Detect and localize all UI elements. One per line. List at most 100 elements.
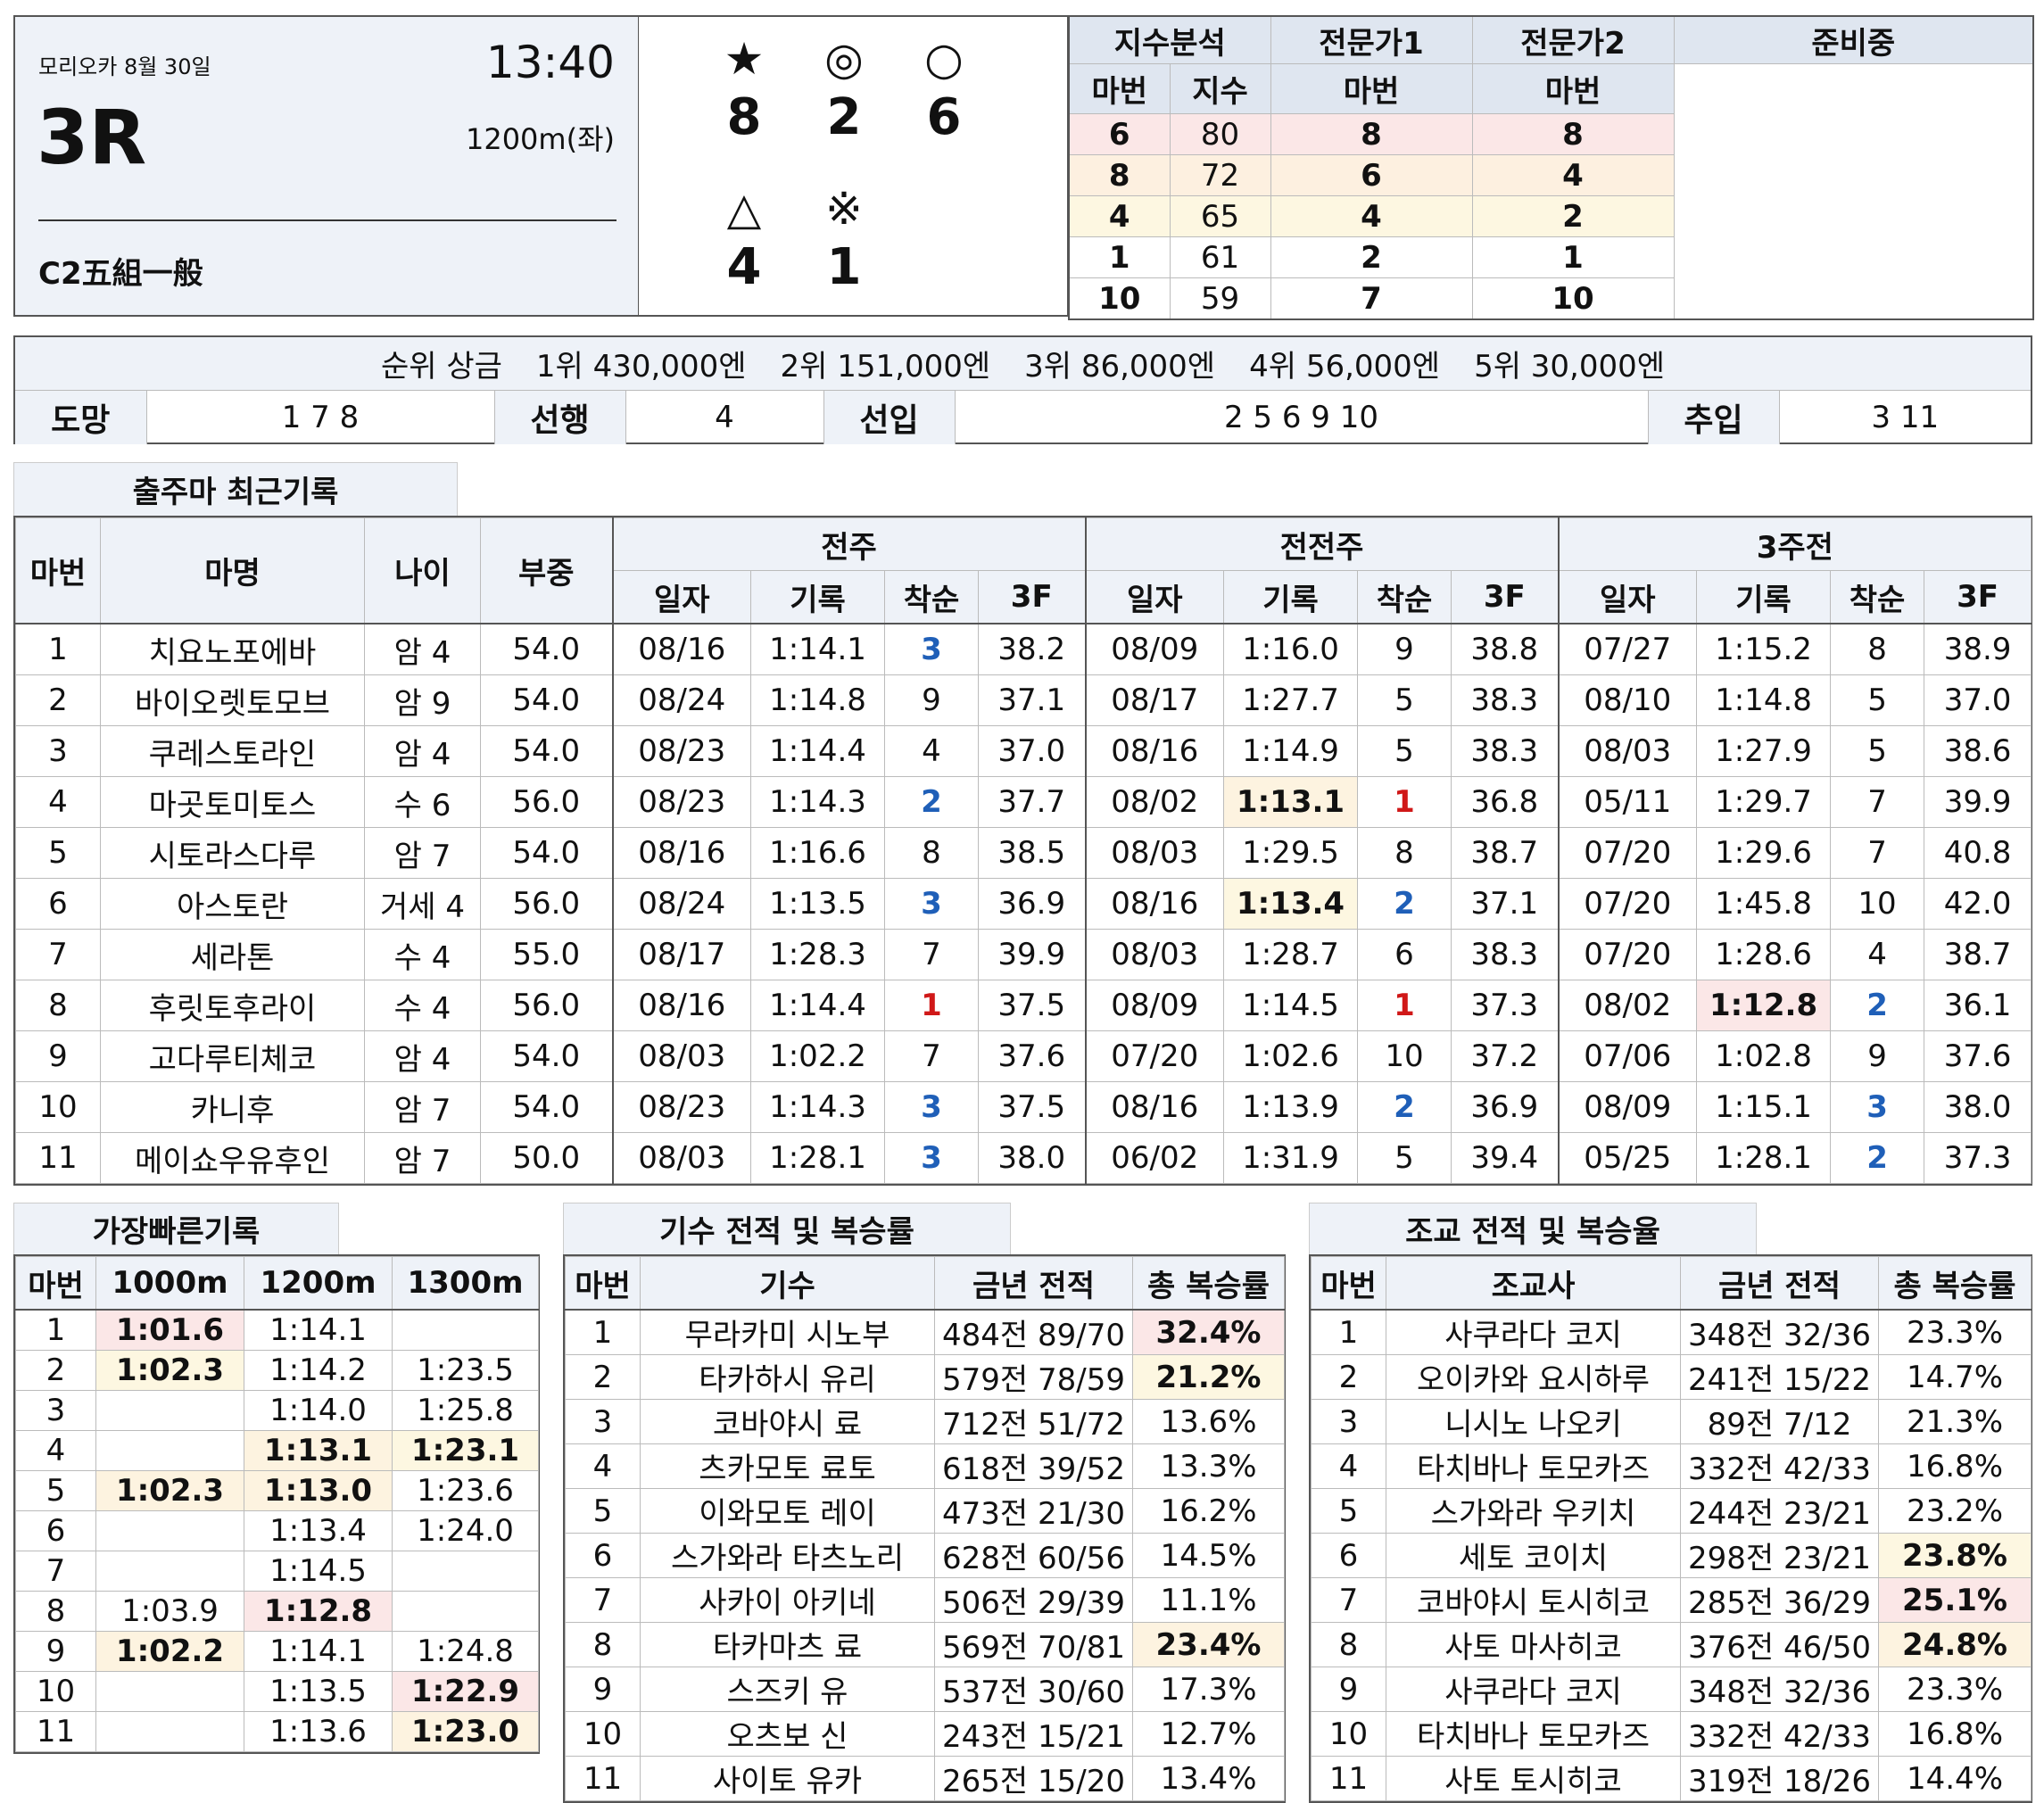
- table-row: 1 사쿠라다 코지 348전 32/36 23.3%: [1311, 1309, 2032, 1355]
- horse-num: 9: [15, 1030, 101, 1082]
- jockey-name: 타카하시 유리: [640, 1354, 935, 1400]
- fastest-time: 1:03.9: [95, 1591, 244, 1632]
- run-finish: 10: [1830, 878, 1925, 930]
- fastest-time: [95, 1430, 244, 1471]
- trainer-name: 니시노 나오키: [1386, 1399, 1681, 1444]
- run-finish: 4: [884, 725, 979, 777]
- trainer-rate: 21.3%: [1878, 1399, 2032, 1444]
- col-header-num: 마번: [15, 517, 101, 624]
- run-3f: 36.1: [1924, 980, 2032, 1031]
- period-subheader: 착순: [1357, 570, 1452, 624]
- run-finish: 2: [884, 776, 979, 828]
- fastest-time: 1:24.8: [392, 1631, 539, 1672]
- horse-name: 치요노포에바: [100, 623, 365, 675]
- run-3f: 38.0: [1924, 1081, 2032, 1133]
- horse-num: 7: [15, 929, 101, 980]
- horse-age: 암 4: [364, 725, 481, 777]
- jockey-rate: 11.1%: [1132, 1577, 1285, 1623]
- trainer-record: 348전 32/36: [1680, 1309, 1879, 1355]
- run-date: 07/20: [1084, 1030, 1224, 1082]
- race-venue-date: 모리오카 8월 30일: [38, 54, 211, 79]
- run-time: 1:28.3: [750, 929, 885, 980]
- style-label-closer: 추입: [1647, 391, 1779, 444]
- jockey-header: 기수: [640, 1256, 935, 1311]
- fastest-time: 1:02.3: [95, 1470, 244, 1511]
- trainer-title: 조교 전적 및 복승율: [1309, 1203, 1757, 1254]
- circle-mark-horse: 6: [926, 88, 962, 146]
- trainer-rate: 14.7%: [1878, 1354, 2032, 1400]
- fastest-time: 1:12.8: [244, 1591, 393, 1632]
- fastest-time: 1:02.3: [95, 1350, 244, 1391]
- run-3f: 37.0: [978, 725, 1086, 777]
- run-date: 08/09: [1557, 1081, 1698, 1133]
- run-finish: 7: [884, 1030, 979, 1082]
- table-row: 11 메이쇼우유후인 암 7 50.0 08/03 1:28.1 3 38.0 06/02 1:3…: [15, 1132, 2032, 1184]
- index-analysis-header: 지수분석: [1068, 15, 1271, 64]
- run-3f: 38.7: [1450, 827, 1560, 879]
- jockey-name: 코바야시 료: [640, 1399, 935, 1444]
- run-3f: 37.6: [1924, 1030, 2032, 1082]
- trainer-name: 타치바나 토모카즈: [1386, 1443, 1681, 1489]
- run-time: 1:14.1: [750, 623, 885, 675]
- run-finish: 8: [1357, 827, 1452, 879]
- run-date: 06/02: [1084, 1132, 1224, 1184]
- table-row: 7 1:14.5: [15, 1551, 539, 1592]
- jockey-name: 츠카모토 료토: [640, 1443, 935, 1489]
- run-finish: 5: [1830, 674, 1925, 726]
- horse-num: 4: [565, 1443, 641, 1489]
- fastest-time: [95, 1510, 244, 1551]
- horse-num: 2: [15, 1350, 96, 1391]
- table-row: 1 1:01.6 1:14.1: [15, 1309, 539, 1351]
- table-row: 5 시토라스다루 암 7 54.0 08/16 1:16.6 8 38.5 08/03 1:29.…: [15, 827, 2032, 879]
- table-row: 6 스가와라 타츠노리 628전 60/56 14.5%: [565, 1533, 1285, 1578]
- horse-name: 아스토란: [100, 878, 365, 930]
- run-date: 08/24: [611, 674, 751, 726]
- jockey-record: 265전 15/20: [934, 1756, 1133, 1801]
- run-date: 08/23: [611, 725, 751, 777]
- run-3f: 38.0: [978, 1132, 1086, 1184]
- period-subheader: 일자: [1557, 570, 1698, 624]
- table-row: 10 오츠보 신 243전 15/21 12.7%: [565, 1711, 1285, 1757]
- trainer-record: 332전 42/33: [1680, 1711, 1879, 1757]
- horse-num: 8: [1311, 1622, 1386, 1667]
- run-date: 08/10: [1557, 674, 1698, 726]
- run-time: 1:28.7: [1223, 929, 1358, 980]
- expert1-subheader: 마번: [1270, 63, 1473, 114]
- run-finish: 2: [1357, 878, 1452, 930]
- horse-num: 11: [15, 1132, 101, 1184]
- table-row: 2 1:02.3 1:14.2 1:23.5: [15, 1350, 539, 1391]
- jockey-rate: 14.5%: [1132, 1533, 1285, 1578]
- table-row: 2 바이오렛토모브 암 9 54.0 08/24 1:14.8 9 37.1 08/17 1:27…: [15, 674, 2032, 726]
- run-date: 08/03: [1084, 929, 1224, 980]
- table-row: 1 치요노포에바 암 4 54.0 08/16 1:14.1 3 38.2 08/09 1:16.…: [15, 623, 2032, 675]
- trainer-name: 사토 토시히코: [1386, 1756, 1681, 1801]
- run-finish: 1: [1357, 980, 1452, 1031]
- run-3f: 38.7: [1924, 929, 2032, 980]
- triangle-mark-icon: △: [726, 183, 762, 235]
- star-mark-icon: ★: [724, 33, 765, 85]
- recent-records-title: 출주마 최근기록: [13, 462, 458, 516]
- horse-name: 고다루티체코: [100, 1030, 365, 1082]
- table-row: 3 1:14.0 1:25.8: [15, 1390, 539, 1431]
- horse-num: 8: [15, 980, 101, 1031]
- run-time: 1:14.8: [1696, 674, 1832, 726]
- fastest-time: 1:02.2: [95, 1631, 244, 1672]
- table-row: 8 사토 마사히코 376전 46/50 24.8%: [1311, 1622, 2032, 1667]
- race-info-panel: 모리오카 8월 30일 13:40 3R 1200m(좌) C2五組一般: [13, 15, 640, 317]
- jockey-name: 오츠보 신: [640, 1711, 935, 1757]
- run-3f: 37.6: [978, 1030, 1086, 1082]
- running-style-table: 도망 1 7 8 선행 4 선입 2 5 6 9 10 추입 3 11: [15, 391, 2031, 444]
- run-finish: 9: [884, 674, 979, 726]
- run-time: 1:15.1: [1696, 1081, 1832, 1133]
- run-time: 1:29.6: [1696, 827, 1832, 879]
- period-subheader: 3F: [1924, 570, 2032, 624]
- run-finish: 5: [1830, 725, 1925, 777]
- horse-num: 7: [565, 1577, 641, 1623]
- horse-weight: 56.0: [480, 878, 613, 930]
- run-finish: 8: [884, 827, 979, 879]
- prize-item: 1위 430,000엔: [535, 349, 747, 385]
- fastest-time: 1:25.8: [392, 1390, 539, 1431]
- run-finish: 6: [1357, 929, 1452, 980]
- run-finish: 1: [884, 980, 979, 1031]
- horse-name: 메이쇼우유후인: [100, 1132, 365, 1184]
